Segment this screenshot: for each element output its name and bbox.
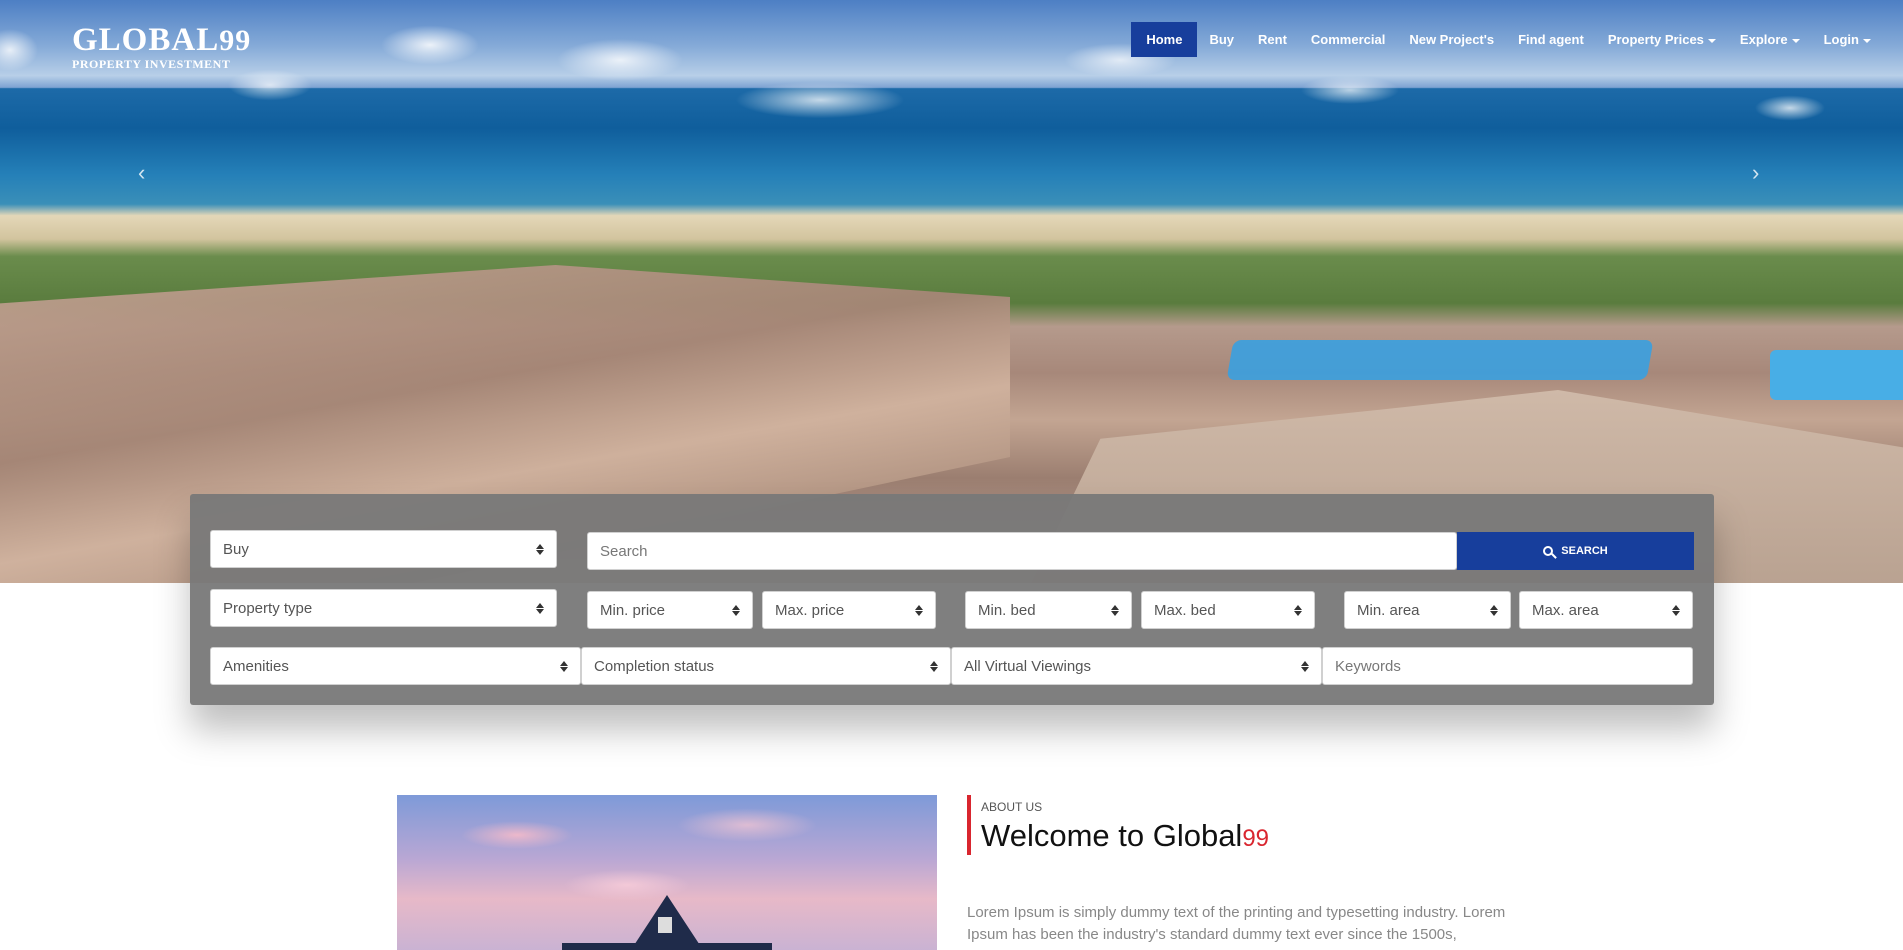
max-bed-value: Max. bed — [1154, 601, 1216, 619]
min-area-select[interactable]: Min. area — [1344, 591, 1511, 629]
keywords-input[interactable]: Keywords — [1322, 647, 1693, 685]
completion-status-select[interactable]: Completion status — [581, 647, 951, 685]
max-price-value: Max. price — [775, 601, 845, 619]
max-area-select[interactable]: Max. area — [1519, 591, 1693, 629]
logo-tagline: PROPERTY INVESTMENT — [72, 57, 231, 71]
about-image — [397, 795, 937, 950]
nav-property-prices-label: Property Prices — [1607, 32, 1704, 47]
select-arrows-icon — [915, 604, 923, 616]
logo-brand: GLOBAL99 — [72, 22, 252, 58]
virtual-viewings-value: All Virtual Viewings — [964, 657, 1092, 675]
min-bed-select[interactable]: Min. bed — [965, 591, 1132, 629]
property-type-value: Property type — [223, 599, 313, 617]
about-accent-bar — [967, 795, 971, 855]
nav-property-prices[interactable]: Property Prices — [1596, 24, 1728, 55]
select-arrows-icon — [560, 660, 568, 672]
select-arrows-icon — [1672, 604, 1680, 616]
search-button[interactable]: SEARCH — [1457, 532, 1694, 570]
nav-rent[interactable]: Rent — [1246, 24, 1299, 55]
chevron-down-icon — [1863, 38, 1871, 43]
select-arrows-icon — [1111, 604, 1119, 616]
carousel-next-icon[interactable]: › — [1752, 160, 1759, 186]
select-arrows-icon — [732, 604, 740, 616]
purpose-select-value: Buy — [223, 540, 249, 558]
about-title: Welcome to Global99 — [981, 818, 1270, 853]
select-arrows-icon — [536, 602, 544, 614]
nav-login[interactable]: Login — [1812, 24, 1883, 55]
amenities-value: Amenities — [223, 657, 289, 675]
nav-home[interactable]: Home — [1131, 22, 1198, 57]
search-input-placeholder: Search — [600, 542, 648, 560]
select-arrows-icon — [1490, 604, 1498, 616]
min-price-select[interactable]: Min. price — [587, 591, 753, 629]
min-area-value: Min. area — [1357, 601, 1420, 619]
about-label: ABOUT US — [981, 800, 1043, 814]
search-input[interactable]: Search — [587, 532, 1457, 570]
completion-status-value: Completion status — [594, 657, 715, 675]
search-button-label: SEARCH — [1561, 545, 1608, 557]
house-window — [658, 917, 672, 933]
chevron-down-icon — [1707, 38, 1716, 43]
max-price-select[interactable]: Max. price — [762, 591, 936, 629]
min-price-value: Min. price — [600, 601, 666, 619]
about-text: Lorem Ipsum is simply dummy text of the … — [967, 904, 1506, 943]
nav-buy[interactable]: Buy — [1197, 24, 1246, 55]
select-arrows-icon — [1294, 604, 1302, 616]
nav-explore[interactable]: Explore — [1728, 24, 1812, 55]
amenities-select[interactable]: Amenities — [210, 647, 581, 685]
nav-explore-label: Explore — [1739, 32, 1788, 47]
carousel-prev-icon[interactable]: ‹ — [138, 160, 145, 186]
nav-login-label: Login — [1823, 32, 1859, 47]
select-arrows-icon — [1301, 660, 1309, 672]
max-bed-select[interactable]: Max. bed — [1141, 591, 1315, 629]
max-area-value: Max. area — [1532, 601, 1599, 619]
hero-pool-2 — [1770, 350, 1903, 400]
nav-new-projects[interactable]: New Project's — [1397, 24, 1506, 55]
keywords-placeholder: Keywords — [1335, 657, 1401, 675]
select-arrows-icon — [930, 660, 938, 672]
search-icon — [1543, 546, 1554, 556]
virtual-viewings-select[interactable]: All Virtual Viewings — [951, 647, 1322, 685]
logo[interactable]: GLOBAL99 PROPERTY INVESTMENT — [72, 24, 251, 72]
purpose-select[interactable]: Buy — [210, 530, 557, 568]
main-nav: Home Buy Rent Commercial New Project's F… — [1131, 22, 1883, 57]
nav-find-agent[interactable]: Find agent — [1506, 24, 1596, 55]
nav-commercial[interactable]: Commercial — [1299, 24, 1397, 55]
hero-pool — [1226, 340, 1654, 380]
min-bed-value: Min. bed — [978, 601, 1036, 619]
property-type-select[interactable]: Property type — [210, 589, 557, 627]
chevron-down-icon — [1791, 38, 1800, 43]
select-arrows-icon — [536, 543, 544, 555]
